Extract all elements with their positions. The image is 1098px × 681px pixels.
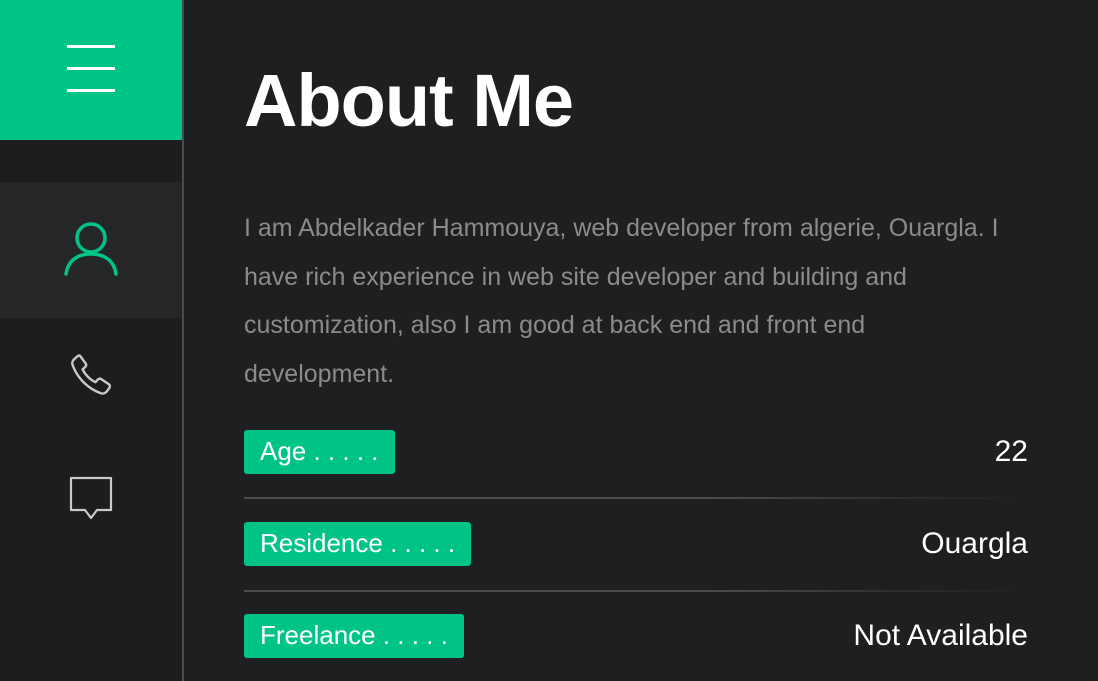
user-icon [63, 220, 119, 281]
sidebar-item-contact[interactable] [0, 312, 182, 442]
info-row-freelance: Freelance . . . . . Not Available [244, 614, 1028, 658]
info-row-residence: Residence . . . . . Ouargla [244, 522, 1028, 566]
divider [244, 590, 1028, 592]
app-root: About Me I am Abdelkader Hammouya, web d… [0, 0, 1098, 681]
info-label-freelance: Freelance . . . . . [244, 614, 464, 658]
info-label-residence: Residence . . . . . [244, 522, 472, 566]
bio-text: I am Abdelkader Hammouya, web developer … [244, 214, 999, 388]
info-value-residence: Ouargla [921, 527, 1028, 560]
divider [244, 497, 1028, 499]
info-value-freelance: Not Available [853, 619, 1028, 652]
chat-bubble-icon [67, 474, 115, 527]
sidebar-item-messages[interactable] [0, 432, 182, 568]
sidebar [0, 0, 184, 681]
page-title: About Me [244, 59, 574, 142]
phone-icon [67, 351, 115, 404]
hamburger-menu-icon [67, 43, 115, 98]
info-label-age: Age . . . . . [244, 430, 395, 474]
info-value-age: 22 [994, 435, 1028, 468]
sidebar-item-about[interactable] [0, 182, 182, 318]
info-row-age: Age . . . . . 22 [244, 430, 1028, 474]
menu-button[interactable] [0, 0, 182, 140]
